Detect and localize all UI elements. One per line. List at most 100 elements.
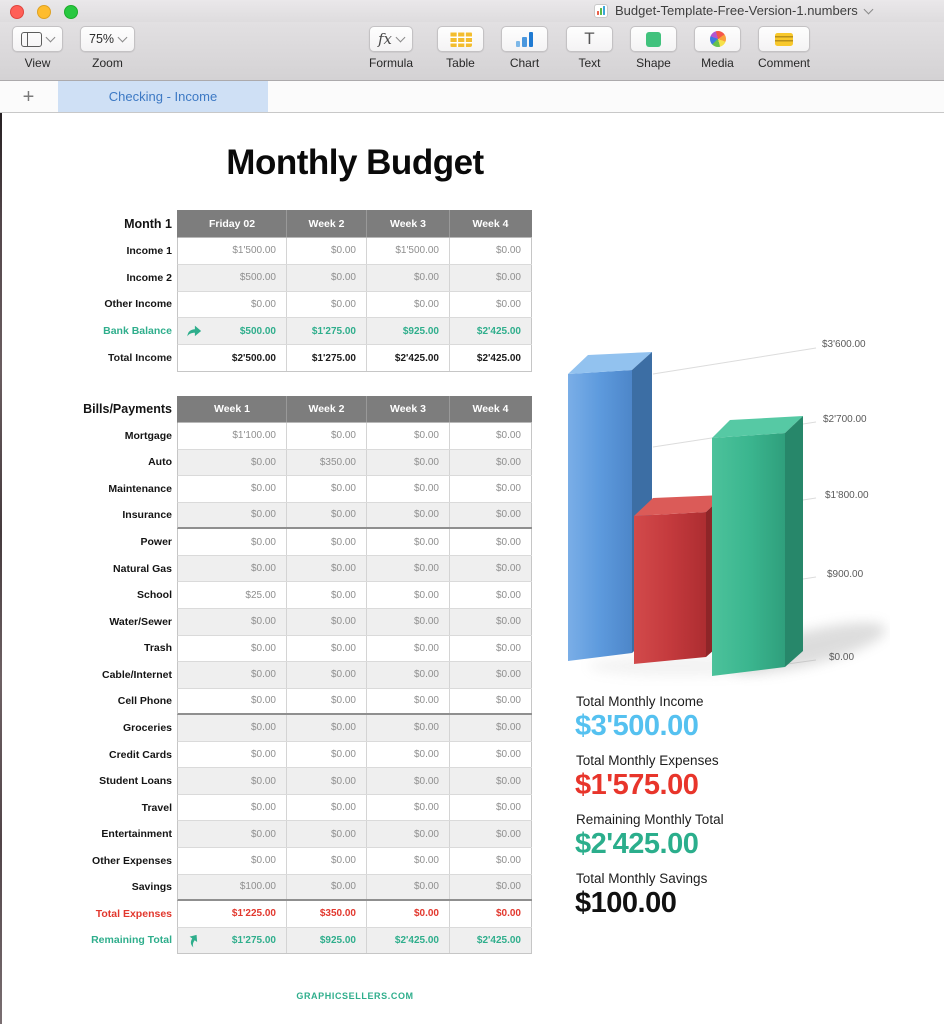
bar-remaining[interactable] bbox=[712, 416, 803, 676]
cell-value[interactable]: $0.00 bbox=[450, 901, 532, 927]
cell-value[interactable]: $0.00 bbox=[450, 450, 532, 476]
budget-3d-bar-chart[interactable]: $3'600.00$2'700.00$1'800.00$900.00$0.00 bbox=[558, 336, 890, 698]
cell-value[interactable]: $0.00 bbox=[287, 768, 367, 794]
cell-value[interactable]: $0.00 bbox=[450, 556, 532, 582]
cell-value[interactable]: $0.00 bbox=[287, 292, 367, 318]
cell-value[interactable]: $0.00 bbox=[287, 742, 367, 768]
cell-value[interactable]: $0.00 bbox=[178, 609, 287, 635]
cell-value[interactable]: $0.00 bbox=[367, 556, 450, 582]
cell-value[interactable]: $0.00 bbox=[178, 742, 287, 768]
cell-value[interactable]: $0.00 bbox=[178, 503, 287, 528]
cell-value[interactable]: $0.00 bbox=[450, 715, 532, 741]
cell-value[interactable]: $0.00 bbox=[450, 529, 532, 555]
cell-value[interactable]: $0.00 bbox=[367, 742, 450, 768]
cell-value[interactable]: $1'500.00 bbox=[367, 238, 450, 264]
cell-value[interactable]: $0.00 bbox=[367, 689, 450, 714]
table-button[interactable] bbox=[437, 26, 484, 52]
cell-value[interactable]: $0.00 bbox=[450, 636, 532, 662]
cell-value[interactable]: $0.00 bbox=[178, 821, 287, 847]
cell-value[interactable]: $0.00 bbox=[450, 689, 532, 714]
cell-value[interactable]: $0.00 bbox=[367, 875, 450, 900]
cell-value[interactable]: $0.00 bbox=[367, 423, 450, 449]
cell-value[interactable]: $2'500.00 bbox=[178, 345, 287, 371]
cell-value[interactable]: $0.00 bbox=[367, 503, 450, 528]
cell-value[interactable]: $0.00 bbox=[287, 875, 367, 900]
column-header-cell[interactable]: Week 2 bbox=[287, 396, 367, 422]
cell-value[interactable]: $0.00 bbox=[287, 238, 367, 264]
cell-value[interactable]: $0.00 bbox=[178, 768, 287, 794]
cell-value[interactable]: $0.00 bbox=[450, 821, 532, 847]
cell-value[interactable]: $2'425.00 bbox=[367, 928, 450, 954]
column-header-cell[interactable]: Week 3 bbox=[367, 210, 450, 237]
cell-value[interactable]: $25.00 bbox=[178, 582, 287, 608]
zoom-button[interactable]: 75% bbox=[80, 26, 135, 52]
cell-value[interactable]: $0.00 bbox=[367, 662, 450, 688]
fullscreen-window-button[interactable] bbox=[64, 5, 78, 19]
cell-value[interactable]: $0.00 bbox=[450, 848, 532, 874]
cell-value[interactable]: $0.00 bbox=[287, 476, 367, 502]
cell-value[interactable]: $0.00 bbox=[287, 423, 367, 449]
cell-value[interactable]: $500.00 bbox=[178, 318, 287, 344]
cell-value[interactable]: $0.00 bbox=[450, 609, 532, 635]
text-button[interactable]: T bbox=[566, 26, 613, 52]
cell-value[interactable]: $0.00 bbox=[178, 795, 287, 821]
cell-value[interactable]: $0.00 bbox=[450, 795, 532, 821]
cell-value[interactable]: $0.00 bbox=[367, 848, 450, 874]
view-button[interactable] bbox=[12, 26, 63, 52]
cell-value[interactable]: $0.00 bbox=[367, 821, 450, 847]
cell-value[interactable]: $0.00 bbox=[450, 875, 532, 900]
cell-value[interactable]: $0.00 bbox=[450, 662, 532, 688]
cell-value[interactable]: $0.00 bbox=[367, 901, 450, 927]
minimize-window-button[interactable] bbox=[37, 5, 51, 19]
cell-value[interactable]: $0.00 bbox=[450, 238, 532, 264]
cell-value[interactable]: $925.00 bbox=[367, 318, 450, 344]
column-header-cell[interactable]: Friday 02 bbox=[178, 210, 287, 237]
cell-value[interactable]: $1'275.00 bbox=[287, 318, 367, 344]
cell-value[interactable]: $0.00 bbox=[287, 821, 367, 847]
cell-value[interactable]: $1'275.00 bbox=[178, 928, 287, 954]
cell-value[interactable]: $0.00 bbox=[367, 582, 450, 608]
sheet-title[interactable]: Monthly Budget bbox=[178, 143, 532, 183]
cell-value[interactable]: $100.00 bbox=[178, 875, 287, 900]
cell-value[interactable]: $0.00 bbox=[367, 715, 450, 741]
cell-value[interactable]: $0.00 bbox=[367, 265, 450, 291]
tab-checking-income[interactable]: Checking - Income bbox=[58, 81, 268, 112]
sheet-canvas[interactable]: Monthly Budget Month 1Friday 02Week 2Wee… bbox=[0, 113, 944, 1024]
cell-value[interactable]: $0.00 bbox=[287, 636, 367, 662]
cell-value[interactable]: $0.00 bbox=[287, 715, 367, 741]
cell-value[interactable]: $0.00 bbox=[287, 582, 367, 608]
cell-value[interactable]: $0.00 bbox=[450, 582, 532, 608]
cell-value[interactable]: $500.00 bbox=[178, 265, 287, 291]
income-table[interactable]: Month 1Friday 02Week 2Week 3Week 4Income… bbox=[70, 210, 532, 372]
cell-value[interactable]: $0.00 bbox=[450, 292, 532, 318]
cell-value[interactable]: $0.00 bbox=[287, 529, 367, 555]
column-header-cell[interactable]: Week 2 bbox=[287, 210, 367, 237]
cell-value[interactable]: $0.00 bbox=[367, 476, 450, 502]
bar-expenses[interactable] bbox=[634, 495, 724, 664]
cell-value[interactable]: $0.00 bbox=[287, 795, 367, 821]
cell-value[interactable]: $0.00 bbox=[450, 768, 532, 794]
cell-value[interactable]: $0.00 bbox=[287, 848, 367, 874]
cell-value[interactable]: $350.00 bbox=[287, 450, 367, 476]
cell-value[interactable]: $0.00 bbox=[178, 715, 287, 741]
media-button[interactable] bbox=[694, 26, 741, 52]
cell-value[interactable]: $1'100.00 bbox=[178, 423, 287, 449]
cell-value[interactable]: $0.00 bbox=[450, 742, 532, 768]
cell-value[interactable]: $0.00 bbox=[287, 556, 367, 582]
cell-value[interactable]: $0.00 bbox=[178, 292, 287, 318]
chart-button[interactable] bbox=[501, 26, 548, 52]
cell-value[interactable]: $0.00 bbox=[178, 689, 287, 714]
cell-value[interactable]: $2'425.00 bbox=[450, 345, 532, 371]
cell-value[interactable]: $0.00 bbox=[287, 609, 367, 635]
cell-value[interactable]: $350.00 bbox=[287, 901, 367, 927]
close-window-button[interactable] bbox=[10, 5, 24, 19]
comment-button[interactable] bbox=[758, 26, 810, 52]
column-header-cell[interactable]: Week 3 bbox=[367, 396, 450, 422]
cell-value[interactable]: $925.00 bbox=[287, 928, 367, 954]
cell-value[interactable]: $0.00 bbox=[178, 636, 287, 662]
cell-value[interactable]: $0.00 bbox=[178, 450, 287, 476]
column-header-cell[interactable]: Week 4 bbox=[450, 396, 532, 422]
cell-value[interactable]: $0.00 bbox=[287, 689, 367, 714]
cell-value[interactable]: $0.00 bbox=[450, 503, 532, 528]
cell-value[interactable]: $0.00 bbox=[367, 529, 450, 555]
